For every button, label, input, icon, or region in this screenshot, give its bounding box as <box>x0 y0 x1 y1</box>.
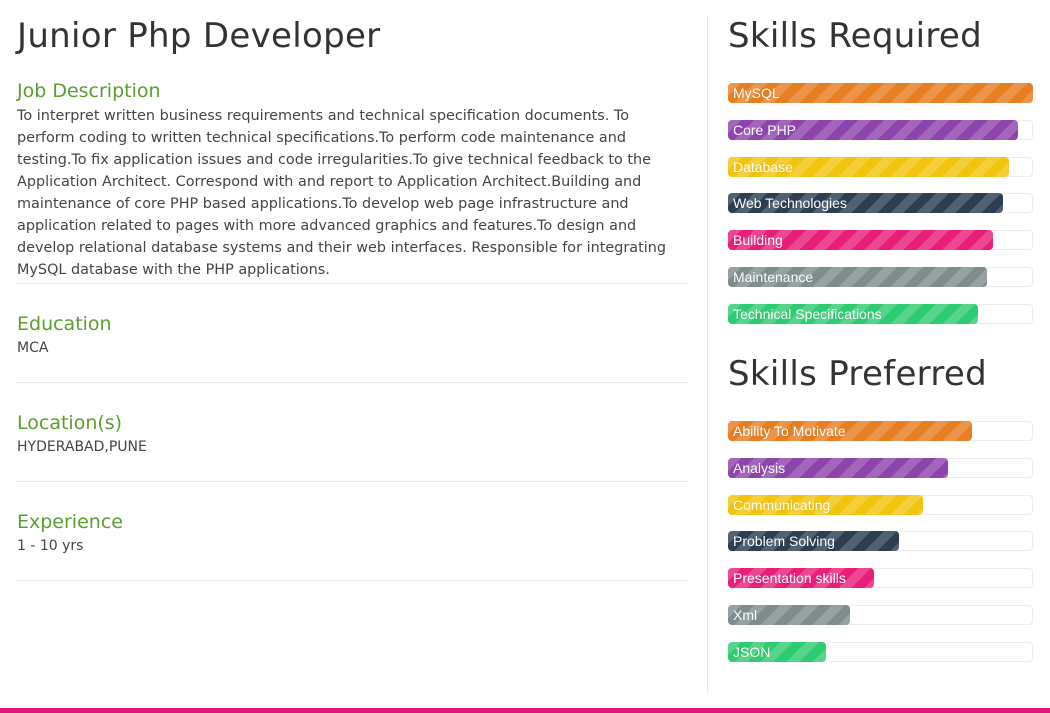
skill-label: Technical Specifications <box>733 305 882 322</box>
job-description-section: Job Description To interpret written bus… <box>17 80 688 281</box>
skill-label: Analysis <box>733 459 786 476</box>
skill-bar: Database <box>728 156 1033 177</box>
education-value: MCA <box>17 340 49 356</box>
skill-label: Web Technologies <box>733 195 847 212</box>
skill-bar: Core PHP <box>728 119 1033 140</box>
skill-label: JSON <box>733 643 771 660</box>
job-description-text: To interpret written business requiremen… <box>17 108 666 278</box>
skill-bar: Ability To Motivate <box>728 421 1033 441</box>
section-divider <box>17 481 688 482</box>
skill-bar: Web Technologies <box>728 193 1033 214</box>
skill-bar: Communicating <box>728 494 1033 515</box>
skill-bar: Technical Specifications <box>728 303 1033 324</box>
skill-bar: MySQL <box>728 83 1033 103</box>
skill-bar: Analysis <box>728 457 1033 478</box>
job-title: Junior Php Developer <box>17 16 381 56</box>
skills-required-title: Skills Required <box>728 16 982 56</box>
skill-bar: Xml <box>728 604 1033 625</box>
skill-bar: Building <box>728 230 1033 251</box>
skill-bar: Maintenance <box>728 266 1033 287</box>
skill-label: Ability To Motivate <box>733 423 846 439</box>
section-divider <box>17 382 688 383</box>
section-divider <box>17 283 688 284</box>
skill-label: Presentation skills <box>733 570 846 587</box>
skills-required-list: MySQL Core PHP Database Web Technologies Bui… <box>728 83 1033 341</box>
skills-preferred-title: Skills Preferred <box>728 354 987 394</box>
skill-bar: Presentation skills <box>728 568 1033 589</box>
education-section: Education MCA <box>17 313 688 357</box>
skills-preferred-list: Ability To Motivate Analysis Communicating… <box>728 421 1033 679</box>
skill-bar: Problem Solving <box>728 531 1033 552</box>
location-value: HYDERABAD,PUNE <box>17 439 147 455</box>
skill-bar: JSON <box>728 641 1033 662</box>
skill-label: Communicating <box>733 496 831 513</box>
experience-section: Experience 1 - 10 yrs <box>17 511 688 555</box>
footer-accent-bar <box>0 708 1050 713</box>
skill-label: Database <box>733 158 793 175</box>
skill-label: Building <box>733 232 783 249</box>
location-section: Location(s) HYDERABAD,PUNE <box>17 412 688 456</box>
section-divider <box>17 580 688 581</box>
skill-label: Maintenance <box>733 268 814 285</box>
column-divider <box>707 16 708 692</box>
job-description-heading: Job Description <box>17 80 161 102</box>
skill-label: Problem Solving <box>733 533 835 550</box>
education-heading: Education <box>17 313 112 335</box>
location-heading: Location(s) <box>17 412 123 434</box>
experience-value: 1 - 10 yrs <box>17 538 84 554</box>
skill-label: Xml <box>733 606 758 623</box>
skill-label: Core PHP <box>733 121 797 138</box>
experience-heading: Experience <box>17 511 123 533</box>
skill-label: MySQL <box>733 85 780 101</box>
